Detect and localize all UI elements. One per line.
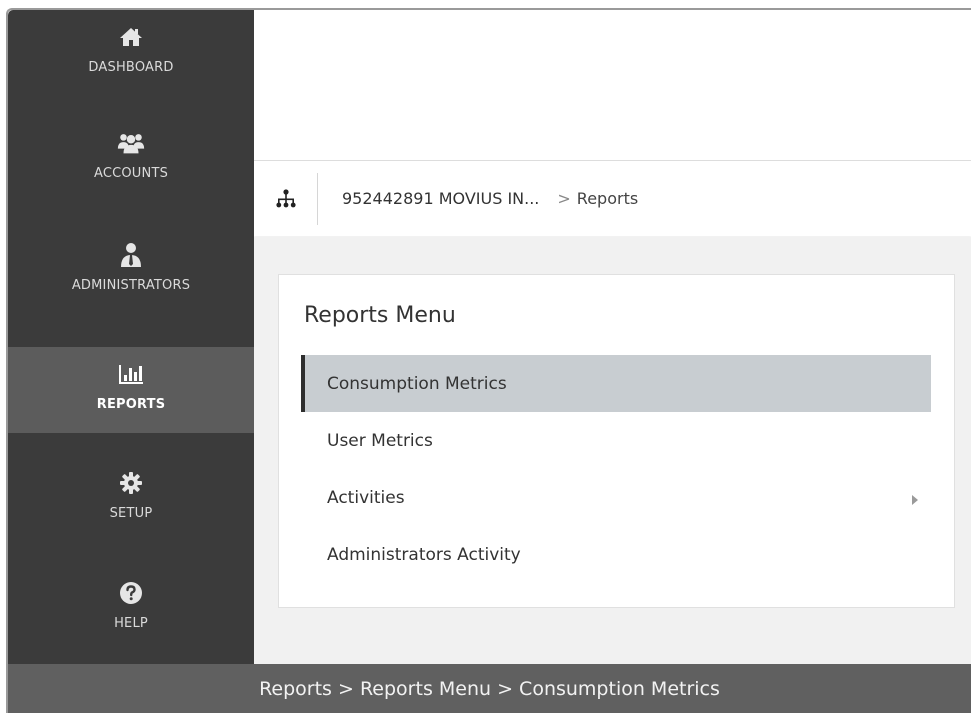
sidebar-item-setup[interactable]: SETUP	[8, 456, 254, 542]
menu-item-label: Consumption Metrics	[327, 373, 507, 394]
breadcrumb: 952442891 MOVIUS IN... > Reports	[254, 160, 971, 236]
sidebar-item-accounts[interactable]: ACCOUNTS	[8, 116, 254, 202]
reports-menu-card: Reports Menu Consumption Metrics User Me…	[278, 274, 955, 608]
breadcrumb-current: Reports	[576, 189, 639, 208]
header-area	[254, 10, 971, 160]
sidebar-item-label: REPORTS	[96, 397, 166, 412]
sidebar: DASHBOARD ACCOUNTS ADMINISTRATORS REPORT…	[8, 10, 254, 664]
sidebar-item-help[interactable]: HELP	[8, 566, 254, 652]
sidebar-item-label: ADMINISTRATORS	[71, 278, 191, 293]
breadcrumb-account[interactable]: 952442891 MOVIUS IN...	[342, 189, 539, 208]
sidebar-item-administrators[interactable]: ADMINISTRATORS	[8, 228, 254, 314]
sidebar-item-dashboard[interactable]: DASHBOARD	[8, 10, 254, 96]
bar-chart-icon	[116, 361, 146, 387]
menu-item-consumption-metrics[interactable]: Consumption Metrics	[301, 355, 931, 412]
sidebar-item-reports[interactable]: REPORTS	[8, 347, 254, 433]
menu-item-administrators-activity[interactable]: Administrators Activity	[301, 526, 931, 583]
sidebar-item-label: HELP	[114, 616, 148, 631]
app-window: DASHBOARD ACCOUNTS ADMINISTRATORS REPORT…	[0, 0, 971, 713]
page-title: Reports Menu	[304, 303, 456, 328]
sidebar-item-label: SETUP	[109, 506, 153, 521]
menu-item-label: User Metrics	[327, 430, 433, 451]
sidebar-item-label: DASHBOARD	[88, 60, 174, 75]
home-icon	[116, 24, 146, 50]
hierarchy-icon[interactable]	[254, 172, 318, 225]
breadcrumb-separator: >	[557, 189, 571, 208]
menu-item-activities[interactable]: Activities	[301, 469, 931, 526]
users-icon	[116, 130, 146, 156]
sidebar-item-label: ACCOUNTS	[93, 166, 169, 181]
menu-item-label: Administrators Activity	[327, 544, 521, 565]
administrator-icon	[116, 242, 146, 268]
menu-item-user-metrics[interactable]: User Metrics	[301, 412, 931, 469]
footer-caption-bar: Reports > Reports Menu > Consumption Met…	[8, 664, 971, 713]
menu-item-label: Activities	[327, 487, 405, 508]
question-icon	[116, 580, 146, 606]
gear-icon	[116, 470, 146, 496]
chevron-right-icon	[911, 491, 919, 511]
main-content: Reports Menu Consumption Metrics User Me…	[254, 237, 971, 664]
footer-caption: Reports > Reports Menu > Consumption Met…	[259, 677, 720, 700]
